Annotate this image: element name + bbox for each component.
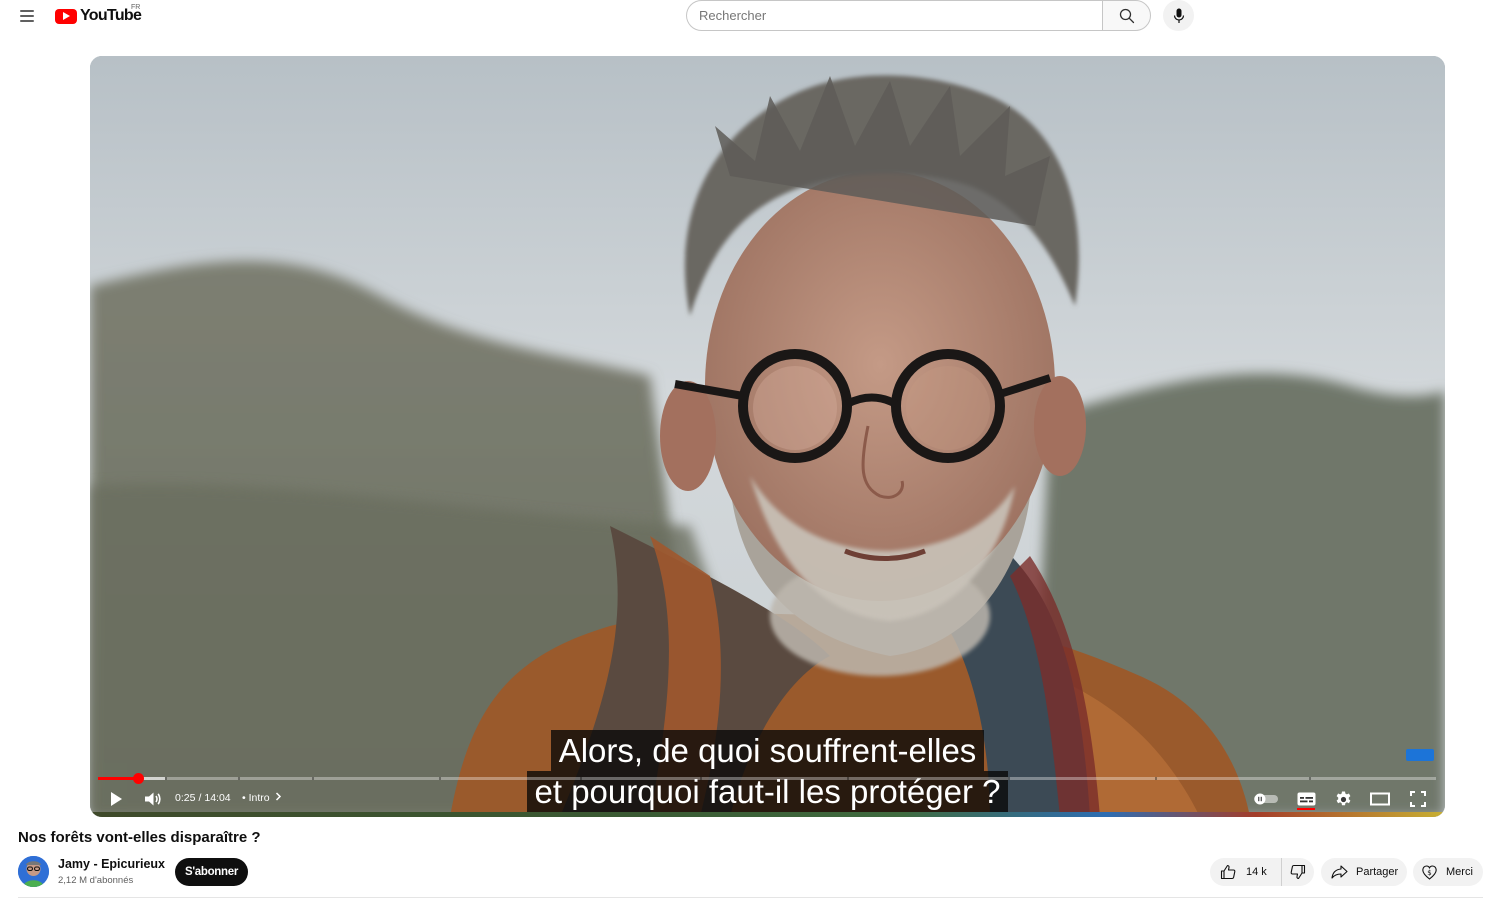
player-controls: 0:25/14:04 • Intro [90, 786, 1445, 812]
ambient-color-strip [90, 812, 1445, 817]
video-title: Nos forêts vont-elles disparaître ? [18, 829, 261, 846]
progress-bar[interactable] [98, 773, 1436, 784]
fullscreen-icon [1410, 791, 1426, 807]
subtitles-icon [1297, 792, 1315, 805]
subtitles-button[interactable] [1295, 789, 1317, 810]
subscriber-count: 2,12 M d'abonnés [58, 875, 134, 886]
duration: 14:04 [204, 792, 231, 804]
volume-icon [145, 792, 161, 806]
search-input[interactable] [686, 0, 1102, 31]
subscribe-button[interactable]: S'abonner [175, 858, 248, 886]
microphone-icon [1173, 8, 1184, 23]
like-count: 14 k [1246, 866, 1267, 878]
like-dislike-group: 14 k [1210, 858, 1314, 886]
chapter-marker [847, 777, 850, 780]
search-button[interactable] [1102, 0, 1151, 31]
video-frame [90, 56, 1445, 817]
chapter-title: Intro [248, 792, 270, 804]
subtitles-active-indicator [1297, 808, 1315, 810]
thanks-button[interactable]: $ Merci [1413, 858, 1483, 886]
current-time: 0:25 [175, 792, 196, 804]
voice-search-button[interactable] [1163, 0, 1194, 31]
top-bar: YouTube FR [0, 0, 1489, 34]
theater-mode-button[interactable] [1369, 789, 1391, 809]
thanks-label: Merci [1446, 866, 1473, 878]
channel-name[interactable]: Jamy - Epicurieux [58, 857, 165, 871]
search-icon [1119, 8, 1134, 23]
divider [18, 897, 1483, 898]
thumbs-up-icon [1220, 864, 1236, 880]
chapter-marker [238, 777, 241, 780]
fullscreen-button[interactable] [1407, 789, 1429, 809]
share-label: Partager [1356, 866, 1399, 878]
share-button[interactable]: Partager [1321, 858, 1407, 886]
dislike-button[interactable] [1282, 858, 1314, 886]
chapter-button[interactable]: • Intro [242, 792, 282, 804]
chapter-marker [700, 777, 703, 780]
super-thanks-icon: $ [1422, 864, 1437, 880]
play-button[interactable] [106, 789, 126, 809]
search-bar [686, 0, 1151, 31]
chapter-marker [1155, 777, 1158, 780]
theater-mode-icon [1370, 792, 1390, 806]
youtube-logo[interactable]: YouTube [55, 4, 142, 28]
svg-text:$: $ [1427, 868, 1431, 876]
chapter-marker [312, 777, 315, 780]
thumbs-down-icon [1290, 864, 1306, 880]
like-button[interactable]: 14 k [1210, 858, 1282, 886]
volume-button[interactable] [142, 789, 164, 809]
youtube-play-logo-icon [55, 8, 77, 24]
settings-button[interactable] [1332, 789, 1354, 809]
avatar-image [18, 856, 49, 887]
gear-icon [1336, 791, 1350, 805]
chevron-right-icon [275, 792, 281, 801]
time-display: 0:25/14:04 [175, 792, 231, 804]
chapter-marker [439, 777, 442, 780]
play-icon [111, 792, 122, 806]
chapter-marker [164, 777, 167, 780]
chapter-marker [1007, 777, 1010, 780]
autoplay-toggle-icon [1254, 793, 1278, 805]
channel-avatar[interactable] [18, 856, 49, 887]
menu-button[interactable] [17, 6, 39, 26]
progress-played [98, 777, 139, 780]
hamburger-icon [20, 10, 34, 12]
chapter-marker [1308, 777, 1311, 780]
chapter-marker [579, 777, 582, 780]
video-player[interactable]: Alors, de quoi souffrent-elles et pourqu… [90, 56, 1445, 817]
channel-watermark[interactable] [1406, 749, 1434, 761]
autoplay-toggle[interactable] [1253, 789, 1279, 809]
caption-line-1: Alors, de quoi souffrent-elles [550, 730, 985, 771]
country-code: FR [131, 4, 141, 11]
share-icon [1331, 865, 1348, 879]
